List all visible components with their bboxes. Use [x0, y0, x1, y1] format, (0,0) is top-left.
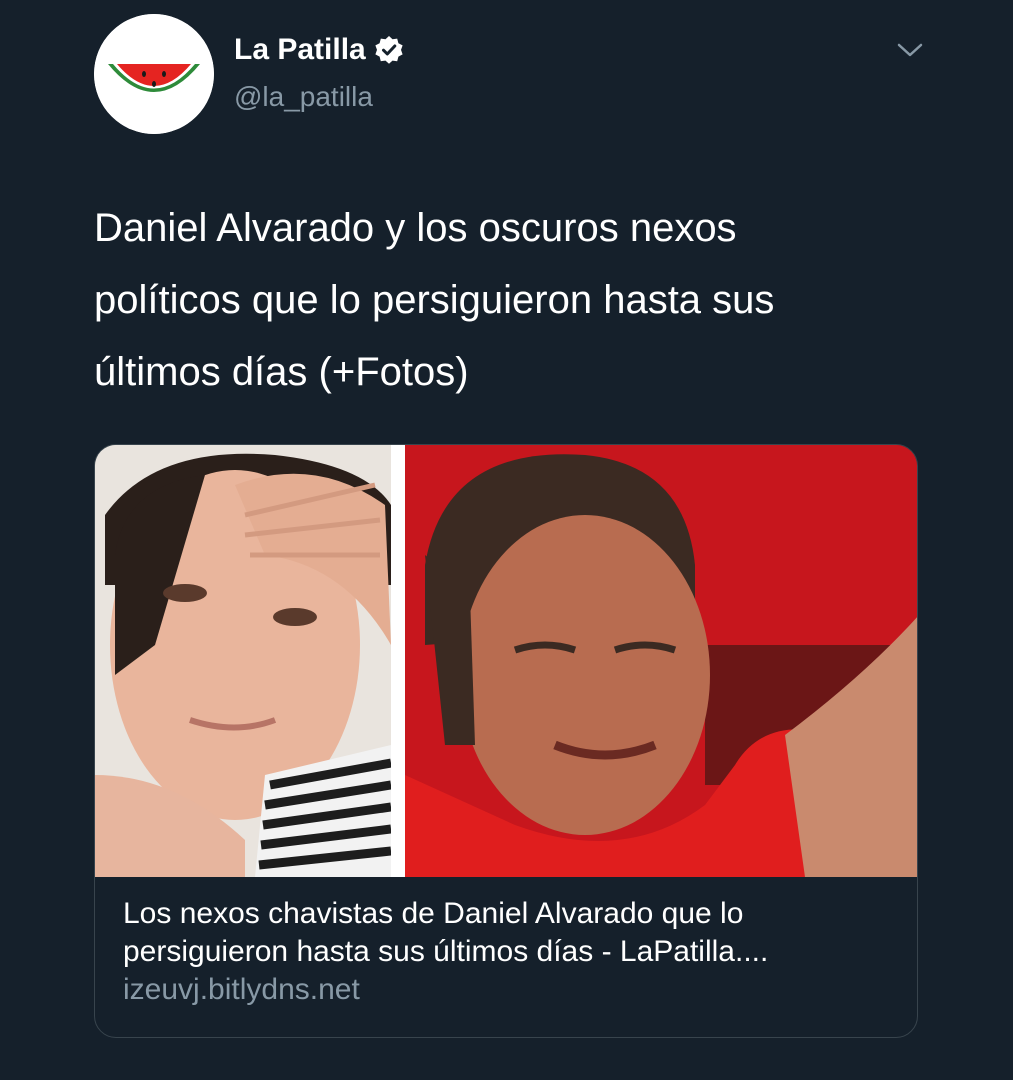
author-display-name-row[interactable]: La Patilla	[234, 32, 404, 68]
card-title[interactable]: Los nexos chavistas de Daniel Alvarado q…	[123, 895, 893, 971]
author-avatar[interactable]	[94, 14, 214, 134]
watermelon-slice-icon	[94, 14, 214, 134]
card-photo-woman	[95, 445, 391, 877]
author-handle[interactable]: @la_patilla	[234, 80, 373, 114]
tweet-options-button[interactable]	[894, 38, 926, 62]
verified-badge-icon	[375, 36, 403, 64]
card-image[interactable]	[95, 445, 917, 877]
tweet-text: Daniel Alvarado y los oscuros nexos polí…	[94, 206, 775, 394]
card-text-block[interactable]: Los nexos chavistas de Daniel Alvarado q…	[123, 895, 893, 1009]
tweet[interactable]: La Patilla @la_patilla Daniel Alvarado y…	[0, 0, 1013, 1080]
card-domain[interactable]: izeuvj.bitlydns.net	[123, 971, 893, 1009]
link-preview-card[interactable]: Los nexos chavistas de Daniel Alvarado q…	[94, 444, 918, 1038]
card-photo-man	[405, 445, 917, 877]
chevron-down-icon	[897, 43, 923, 57]
author-display-name[interactable]: La Patilla	[234, 32, 366, 68]
